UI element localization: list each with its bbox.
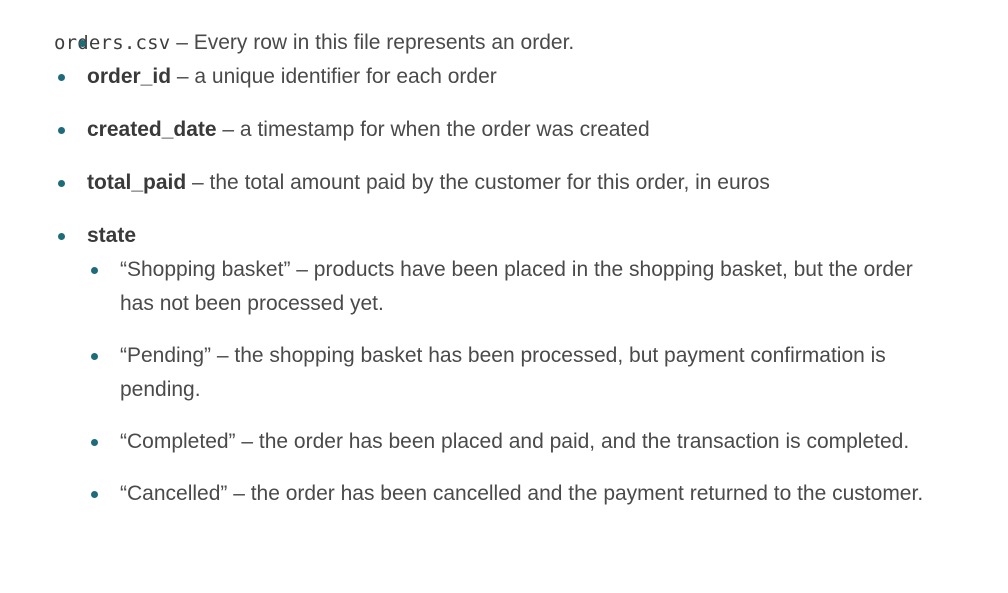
state-value-item: “Shopping basket” – products have been p… [91, 253, 950, 321]
state-value-text: “Cancelled” – the order has been cancell… [120, 482, 924, 505]
bullet-icon [91, 439, 98, 446]
field-name: state [87, 224, 137, 247]
file-description: – Every row in this file represents an o… [170, 31, 575, 54]
field-item-order-id: order_id – a unique identifier for each … [58, 60, 1008, 94]
bullet-icon [58, 127, 65, 134]
field-description: – the total amount paid by the customer … [186, 171, 770, 194]
bullet-icon [58, 180, 65, 187]
state-value-item: “Pending” – the shopping basket has been… [91, 339, 950, 407]
field-description: – a unique identifier for each order [171, 65, 497, 88]
bullet-icon [91, 267, 98, 274]
document: orders.csv – Every row in this file repr… [0, 0, 1008, 593]
field-name: order_id [87, 65, 172, 88]
bullet-icon [79, 40, 86, 47]
state-value-item: “Completed” – the order has been placed … [91, 425, 950, 459]
file-item: orders.csv – Every row in this file repr… [54, 26, 1008, 511]
bullet-icon [91, 353, 98, 360]
field-item-total-paid: total_paid – the total amount paid by th… [58, 166, 1008, 200]
file-name: orders.csv [54, 32, 171, 54]
file-list: orders.csv – Every row in this file repr… [0, 0, 1008, 511]
field-item-state: state “Shopping basket” – products have … [58, 219, 1008, 511]
state-value-text: “Shopping basket” – products have been p… [120, 258, 913, 315]
field-list: order_id – a unique identifier for each … [54, 60, 1008, 511]
state-value-item: “Cancelled” – the order has been cancell… [91, 477, 950, 511]
bullet-icon [58, 233, 65, 240]
bullet-icon [58, 74, 65, 81]
field-item-created-date: created_date – a timestamp for when the … [58, 113, 1008, 147]
bullet-icon [91, 491, 98, 498]
field-description: – a timestamp for when the order was cre… [216, 118, 650, 141]
field-name: created_date [87, 118, 217, 141]
state-value-text: “Pending” – the shopping basket has been… [120, 344, 886, 401]
state-value-list: “Shopping basket” – products have been p… [87, 253, 1008, 511]
field-name: total_paid [87, 171, 187, 194]
state-value-text: “Completed” – the order has been placed … [120, 430, 910, 453]
